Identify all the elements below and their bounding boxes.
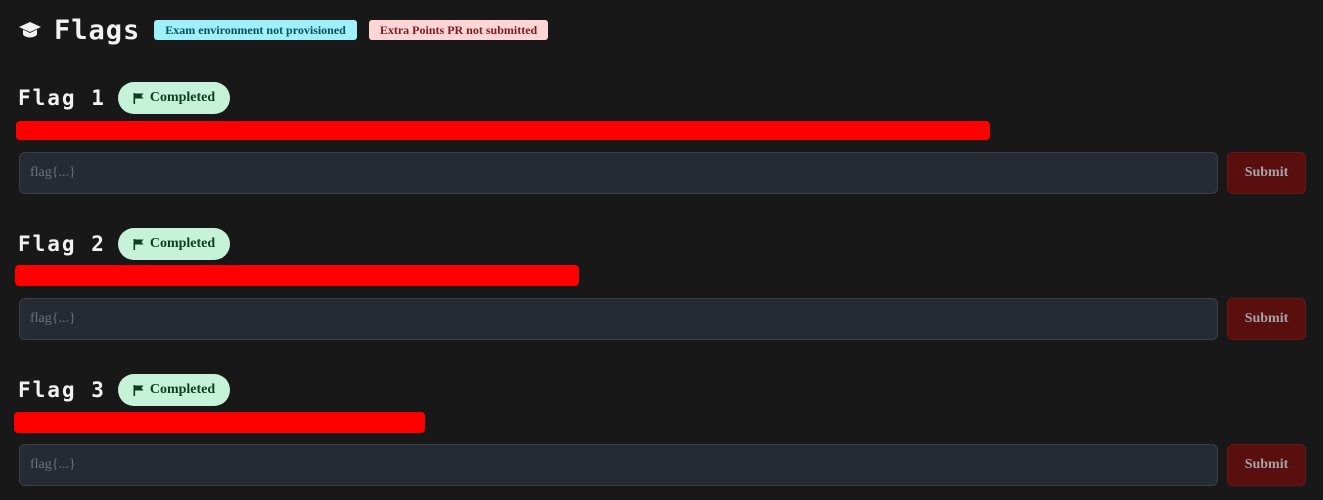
flag-title: Flag 2	[18, 232, 106, 256]
completed-badge: Completed	[117, 228, 231, 260]
flag-input[interactable]	[19, 444, 1218, 486]
flag-form: Submit	[19, 298, 1306, 340]
completed-badge: Completed	[117, 374, 231, 406]
redacted-bar	[15, 265, 579, 286]
flag-section-2: Flag 2 Completed Submit	[0, 228, 1323, 348]
completed-label: Completed	[149, 90, 216, 105]
flag-icon	[133, 238, 144, 250]
exam-environment-badge: Exam environment not provisioned	[154, 20, 357, 40]
flag-section-1: Flag 1 Completed Submit	[0, 82, 1323, 202]
flag-form: Submit	[19, 444, 1306, 486]
flag-form: Submit	[19, 152, 1306, 194]
redacted-bar	[16, 121, 990, 140]
page-header: Flags Exam environment not provisioned E…	[18, 14, 560, 46]
flag-icon	[133, 92, 144, 104]
redacted-bar	[14, 412, 425, 433]
flag-icon	[133, 384, 144, 396]
completed-label: Completed	[149, 382, 216, 397]
graduation-cap-icon	[18, 18, 42, 42]
flag-input[interactable]	[19, 298, 1218, 340]
submit-button[interactable]: Submit	[1227, 152, 1306, 194]
submit-button[interactable]: Submit	[1227, 298, 1306, 340]
submit-button[interactable]: Submit	[1227, 444, 1306, 486]
page-title: Flags	[54, 14, 141, 46]
flag-heading: Flag 1 Completed	[18, 82, 231, 114]
flag-heading: Flag 2 Completed	[18, 228, 231, 260]
flag-title: Flag 1	[18, 86, 106, 110]
completed-badge: Completed	[117, 82, 231, 114]
flag-title: Flag 3	[18, 378, 106, 402]
flag-heading: Flag 3 Completed	[18, 374, 231, 406]
flag-section-3: Flag 3 Completed Submit	[0, 374, 1323, 494]
completed-label: Completed	[149, 236, 216, 251]
extra-points-badge: Extra Points PR not submitted	[368, 20, 549, 40]
flag-input[interactable]	[19, 152, 1218, 194]
